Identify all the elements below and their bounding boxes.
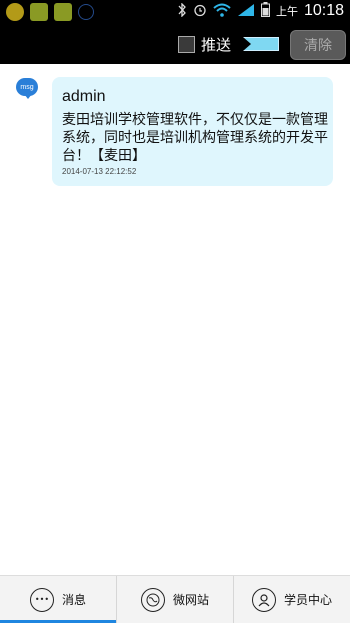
app-icon xyxy=(6,3,24,21)
nav-item-student-center[interactable]: 学员中心 xyxy=(234,576,350,623)
status-bar: 上午 10:18 xyxy=(0,0,350,25)
sim-icon xyxy=(30,3,48,21)
bluetooth-icon xyxy=(177,1,187,20)
nav-item-messages[interactable]: ••• 消息 xyxy=(0,576,117,623)
message-sender: admin xyxy=(62,88,106,105)
ampm-label: 上午 xyxy=(275,5,298,18)
push-checkbox[interactable] xyxy=(178,36,195,53)
nav-label-messages: 消息 xyxy=(61,593,86,607)
signal-icon xyxy=(237,3,255,20)
push-label: 推送 xyxy=(201,36,232,54)
clock-time: 10:18 xyxy=(303,2,344,19)
sd-icon xyxy=(54,3,72,21)
nav-item-microsite[interactable]: 微网站 xyxy=(117,576,234,623)
globe-icon xyxy=(140,587,165,612)
avatar-label: msg xyxy=(20,83,34,91)
bluetooth-icon xyxy=(78,4,94,20)
notification-icons xyxy=(6,3,94,21)
nav-label-microsite: 微网站 xyxy=(172,593,209,607)
system-icons: 上午 10:18 xyxy=(177,1,344,20)
message-icon: ••• xyxy=(29,587,54,612)
message-content: 麦田培训学校管理软件，不仅仅是一款管理系统，同时也是培训机构管理系统的开发平台！… xyxy=(62,112,328,164)
alarm-icon xyxy=(193,3,207,20)
action-bar: 推送 清除 xyxy=(0,25,350,64)
message-timestamp: 2014-07-13 22:12:52 xyxy=(62,167,137,176)
push-toggle[interactable] xyxy=(243,37,279,51)
nav-label-student-center: 学员中心 xyxy=(283,593,332,607)
message-bubble[interactable]: admin 麦田培训学校管理软件，不仅仅是一款管理系统，同时也是培训机构管理系统… xyxy=(52,77,333,186)
wifi-icon xyxy=(213,3,231,20)
user-icon xyxy=(251,587,276,612)
message-avatar: msg xyxy=(16,78,38,99)
bottom-nav: ••• 消息 微网站 学员中心 xyxy=(0,575,350,623)
battery-icon xyxy=(260,2,270,20)
clear-button[interactable]: 清除 xyxy=(290,30,346,60)
